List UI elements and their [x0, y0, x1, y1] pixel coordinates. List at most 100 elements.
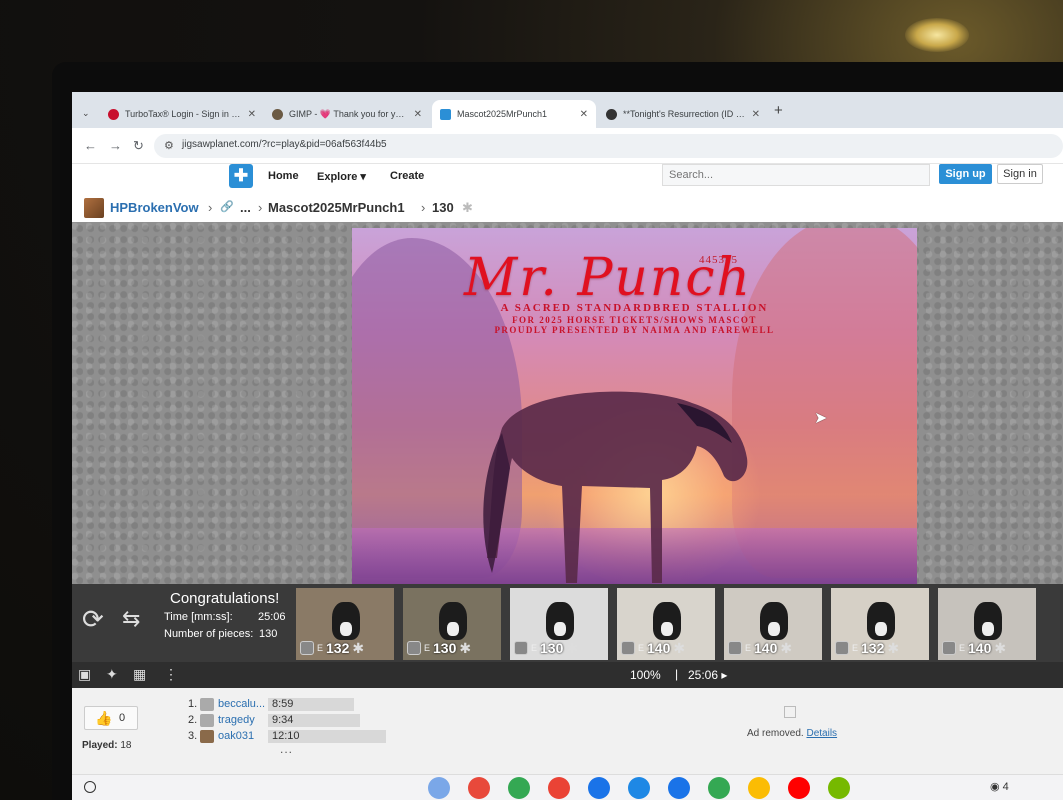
avatar — [200, 714, 214, 727]
puzzle-piece-icon: ✱ — [459, 639, 472, 656]
leaderboard-user[interactable]: tragedy — [218, 714, 255, 726]
author-avatar — [621, 641, 635, 655]
gimp-icon — [272, 108, 283, 120]
address-row: ← → ↻ ⚙ jigsawplanet.com/?rc=play&pid=06… — [72, 128, 1063, 164]
share-icon[interactable]: ⇆ — [122, 606, 140, 632]
nav-explore[interactable]: Explore ▾ — [317, 170, 366, 183]
replay-icon[interactable]: ⟳ — [82, 604, 104, 635]
grid-icon[interactable]: ▦ — [133, 666, 146, 683]
site-info-icon[interactable]: ⚙ — [164, 139, 174, 152]
browser-screen: ⌄ TurboTax® Login - Sign in to Gr ✕ GIMP… — [72, 92, 1063, 800]
image-preview-icon[interactable]: ▣ — [78, 666, 91, 683]
horse-illustration — [483, 391, 748, 583]
address-bar[interactable]: ⚙ jigsawplanet.com/?rc=play&pid=06af563f… — [154, 134, 1063, 158]
tab-mascot[interactable]: Mascot2025MrPunch1 ✕ — [432, 100, 596, 128]
horse-icon — [606, 108, 617, 120]
shelf-app-icon[interactable] — [748, 777, 770, 799]
other-puzzle-thumbnail[interactable]: E 140 ✱ — [724, 588, 822, 660]
thumbnail-badge: E 130 ✱ — [514, 638, 578, 658]
site-header: ✚ Home Explore ▾ Create Sign up Sign in — [72, 164, 1063, 192]
like-button[interactable]: 👍 0 — [84, 706, 138, 730]
sign-up-button[interactable]: Sign up — [939, 164, 992, 184]
tab-gimp[interactable]: GIMP - 💗 Thank you for your s ✕ — [264, 100, 430, 128]
other-puzzle-thumbnail[interactable]: E 140 ✱ — [938, 588, 1036, 660]
new-tab-button[interactable]: + — [774, 102, 783, 119]
play-timer[interactable]: 25:06 ▸ — [688, 668, 727, 682]
author-avatar — [942, 641, 956, 655]
results-strip: ⟳ ⇆ Congratulations! Time [mm:ss]: 25:06… — [72, 584, 1063, 662]
breadcrumb-pieces: 130 — [432, 200, 454, 215]
thumbnail-badge: E 130 ✱ — [407, 638, 471, 658]
shelf-app-icon[interactable] — [508, 777, 530, 799]
os-shelf: ◉ 4 — [72, 774, 1063, 800]
zoom-level[interactable]: 100% — [630, 668, 661, 682]
forward-icon[interactable]: → — [109, 138, 122, 153]
artwork-title: Mr. Punch — [464, 248, 753, 308]
user-avatar[interactable] — [84, 198, 104, 218]
shelf-app-icon[interactable] — [428, 777, 450, 799]
puzzle-info: 👍 0 Played: 18 1. beccalu... 8:59 2. tra… — [72, 688, 1063, 774]
reload-icon[interactable]: ↻ — [133, 138, 144, 154]
chevron-right-icon: › — [258, 200, 263, 215]
nav-create[interactable]: Create — [390, 170, 424, 182]
author-avatar — [300, 641, 314, 655]
other-puzzle-thumbnail[interactable]: E 140 ✱ — [617, 588, 715, 660]
ad-details-link[interactable]: Details — [806, 728, 837, 739]
sign-in-button[interactable]: Sign in — [997, 164, 1043, 184]
shelf-app-icon[interactable] — [468, 777, 490, 799]
puzzle-piece-icon: ✱ — [887, 639, 900, 656]
shelf-app-icon[interactable] — [788, 777, 810, 799]
breadcrumb-user[interactable]: HPBrokenVow — [110, 200, 199, 215]
nav-home[interactable]: Home — [268, 170, 299, 182]
shelf-app-icon[interactable] — [548, 777, 570, 799]
more-options-icon[interactable]: ⋮ — [164, 666, 178, 683]
search-input[interactable] — [662, 164, 930, 186]
close-tab-icon[interactable]: ✕ — [752, 109, 760, 120]
shelf-app-icon[interactable] — [588, 777, 610, 799]
system-tray[interactable]: ◉ 4 — [990, 780, 1009, 793]
ghost-image-icon[interactable]: ✦ — [106, 666, 118, 683]
puzzle-piece-icon: ✱ — [780, 639, 793, 656]
tab-resurrection[interactable]: **Tonight's Resurrection (ID #4 ✕ — [598, 100, 768, 128]
launcher-icon[interactable] — [84, 781, 96, 793]
link-icon[interactable]: 🔗 — [220, 200, 234, 213]
shelf-app-icon[interactable] — [628, 777, 650, 799]
puzzle-toolbar: ▣ ✦ ▦ ⋮ 100% | 25:06 ▸ — [72, 662, 1063, 688]
back-icon[interactable]: ← — [84, 138, 97, 153]
avatar — [200, 698, 214, 711]
ad-placeholder-icon — [784, 706, 796, 718]
tab-turbotax[interactable]: TurboTax® Login - Sign in to Gr ✕ — [100, 100, 264, 128]
close-tab-icon[interactable]: ✕ — [414, 109, 422, 120]
breadcrumb-puzzle[interactable]: Mascot2025MrPunch1 — [268, 200, 405, 215]
author-avatar — [407, 641, 421, 655]
breadcrumb-ellipsis[interactable]: ... — [240, 200, 251, 215]
other-puzzle-thumbnail[interactable]: E 130 ✱ — [403, 588, 501, 660]
puzzle-piece-icon: ✱ — [673, 639, 686, 656]
shelf-app-icon[interactable] — [828, 777, 850, 799]
tab-search-icon[interactable]: ⌄ — [82, 108, 90, 119]
other-puzzle-thumbnail[interactable]: E 130 ✱ — [510, 588, 608, 660]
close-tab-icon[interactable]: ✕ — [248, 109, 256, 120]
chevron-right-icon: › — [208, 200, 213, 215]
dog-chest — [554, 622, 566, 636]
ceiling-lamp — [905, 18, 969, 52]
close-tab-icon[interactable]: ✕ — [580, 109, 588, 120]
time-value: 25:06 — [258, 611, 286, 623]
leaderboard-more[interactable]: ... — [280, 742, 293, 756]
leaderboard-user[interactable]: oak031 — [218, 730, 254, 742]
thumbnail-badge: E 140 ✱ — [728, 638, 792, 658]
dog-chest — [875, 622, 887, 636]
leaderboard-user[interactable]: beccalu... — [218, 698, 265, 710]
other-puzzle-thumbnail[interactable]: E 132 ✱ — [296, 588, 394, 660]
other-puzzle-thumbnail[interactable]: E 132 ✱ — [831, 588, 929, 660]
pieces-label: Number of pieces: — [164, 628, 254, 640]
shelf-app-icon[interactable] — [708, 777, 730, 799]
puzzle-board[interactable]: 445385 Mr. Punch A SACRED STANDARDBRED S… — [72, 222, 1063, 584]
puzzle-piece-icon: ✱ — [352, 639, 365, 656]
dog-chest — [768, 622, 780, 636]
ad-removed-text: Ad removed. Details — [747, 728, 838, 739]
thumbs-up-icon: 👍 — [95, 710, 113, 726]
jigsawplanet-logo[interactable]: ✚ — [229, 164, 253, 188]
puzzle-piece-icon: ✱ — [566, 639, 579, 656]
shelf-app-icon[interactable] — [668, 777, 690, 799]
